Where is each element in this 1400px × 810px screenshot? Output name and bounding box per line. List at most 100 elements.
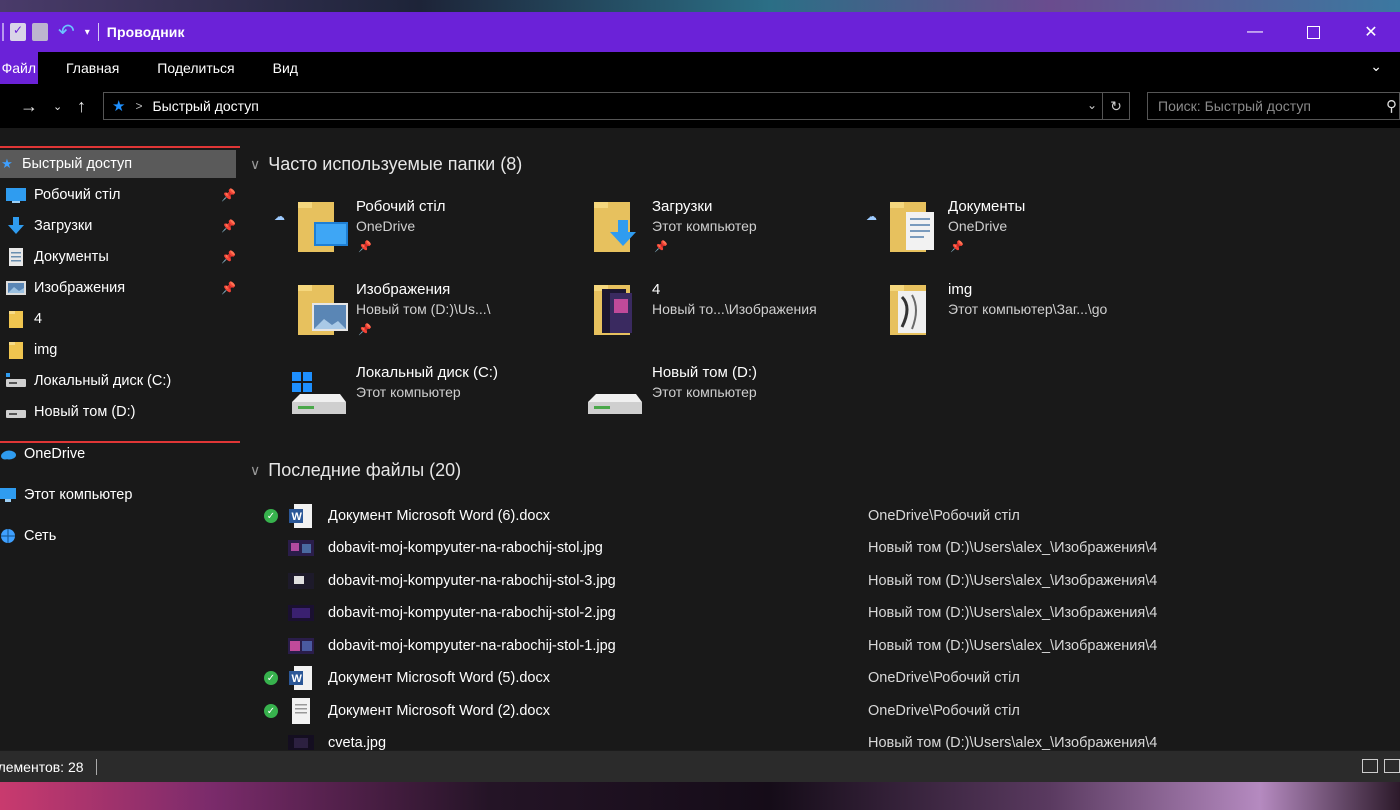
tab-file[interactable]: Файл [0,52,38,84]
documents-folder-icon [890,202,934,252]
status-placeholder [264,541,278,555]
properties-icon[interactable] [10,23,26,41]
sidebar-item-this-pc[interactable]: Этот компьютер [0,481,132,509]
pin-icon[interactable]: 📌 [221,250,236,264]
file-name: dobavit-moj-kompyuter-na-rabochij-stol-3… [328,573,616,589]
folder-tile-img[interactable]: img Этот компьютер\Заг...\go [888,281,1184,361]
sidebar-item-documents[interactable]: Документы 📌 [0,243,236,271]
sidebar-item-quick-access[interactable]: ★ Быстрый доступ [0,150,236,178]
recent-locations-button[interactable]: ⌄ [53,100,62,113]
sidebar-item-label: img [34,342,58,358]
quick-access-toolbar: ↶ ▾ [0,12,99,52]
search-icon[interactable]: ⚲ [1386,97,1397,115]
sidebar-item-label: OneDrive [24,446,86,462]
forward-button[interactable]: → [20,96,38,117]
folder-tile-4[interactable]: 4 Новый то...\Изображения [592,281,888,361]
file-location: Новый том (D:)\Users\alex_\Изображения\4 [868,605,1158,621]
star-icon: ★ [1,156,13,171]
sidebar-item-pictures[interactable]: Изображения 📌 [0,274,236,302]
tile-location: OneDrive [948,218,1008,234]
sidebar-item-drive-d[interactable]: Новый том (D:) [0,398,136,426]
image-file-icon [288,540,314,556]
computer-icon [0,486,16,504]
search-input[interactable]: Поиск: Быстрый доступ ⚲ [1147,92,1400,120]
recent-files-header[interactable]: ∨ Последние файлы (20) [250,460,461,481]
folder-thumbnail-icon [890,285,926,335]
folder-tile-documents[interactable]: ☁ Документы OneDrive 📌 [866,198,1184,278]
large-icons-view-icon[interactable] [1384,759,1400,773]
pin-icon[interactable]: 📌 [221,281,236,295]
synced-icon: ✓ [264,704,278,718]
folder-tile-downloads[interactable]: Загрузки Этот компьютер 📌 [592,198,888,278]
explorer-window: ↶ ▾ Проводник — ✕ Файл Главная Поделитьс… [0,12,1400,783]
recent-file-row[interactable]: dobavit-moj-kompyuter-na-rabochij-stol-1… [264,630,1384,662]
status-placeholder [264,574,278,588]
file-name: dobavit-moj-kompyuter-na-rabochij-stol-1… [328,638,616,654]
recent-file-row[interactable]: ✓ W Документ Microsoft Word (6).docx One… [264,500,1384,532]
new-folder-icon[interactable] [32,23,48,41]
image-file-icon [288,573,314,589]
svg-text:W: W [292,673,303,685]
toolbar-divider [2,23,4,41]
drive-icon [6,403,26,421]
status-divider [95,759,97,775]
sidebar-item-onedrive[interactable]: OneDrive [0,440,85,468]
sidebar-item-label: Локальный диск (C:) [34,373,172,389]
sidebar-item-desktop[interactable]: Робочий стіл 📌 [0,181,236,209]
tab-home[interactable]: Главная [56,60,129,76]
pin-icon: 📌 [654,241,668,253]
sidebar-item-label: Новый том (D:) [34,404,136,420]
recent-file-row[interactable]: dobavit-moj-kompyuter-na-rabochij-stol.j… [264,532,1384,564]
sidebar-item-drive-c[interactable]: Локальный диск (C:) [0,367,171,395]
drive-tile-d[interactable]: Новый том (D:) Этот компьютер [586,364,882,444]
refresh-button[interactable]: ↻ [1102,93,1129,119]
minimize-button[interactable]: — [1226,12,1284,52]
tab-file-label: Файл [1,60,36,76]
tile-location: Этот компьютер [652,218,757,234]
status-bar: Элементов: 28 [0,750,1400,783]
window-title: Проводник [106,24,185,40]
tile-name: Загрузки [652,198,713,215]
details-view-icon[interactable] [1362,759,1378,773]
recent-file-row[interactable]: dobavit-moj-kompyuter-na-rabochij-stol-2… [264,597,1384,629]
tab-share[interactable]: Поделиться [147,60,244,76]
address-bar[interactable]: ★ > Быстрый доступ ⌄ ↻ [103,92,1130,120]
sidebar-item-label: 4 [34,311,43,327]
pin-icon[interactable]: 📌 [221,188,236,202]
recent-file-row[interactable]: dobavit-moj-kompyuter-na-rabochij-stol-3… [264,565,1384,597]
ribbon-tabs: Файл Главная Поделиться Вид ⌄ [0,52,1400,84]
address-history-icon[interactable]: ⌄ [1087,98,1097,112]
undo-icon[interactable]: ↶ [58,22,75,42]
recent-file-row[interactable]: ✓ Документ Microsoft Word (2).docx OneDr… [264,695,1384,727]
sidebar-item-folder-4[interactable]: 4 [0,305,42,333]
folder-tile-desktop[interactable]: ☁ Робочий стіл OneDrive 📌 [274,198,592,278]
sidebar-item-label: Робочий стіл [34,187,121,203]
ribbon-expand-button[interactable]: ⌄ [1370,58,1382,75]
file-name: Документ Microsoft Word (6).docx [328,508,550,524]
status-placeholder [264,639,278,653]
drive-tile-c[interactable]: Локальный диск (C:) Этот компьютер [290,364,586,444]
close-button[interactable]: ✕ [1342,12,1400,52]
maximize-button[interactable] [1284,12,1342,52]
network-icon [0,527,16,545]
sidebar-item-downloads[interactable]: Загрузки 📌 [0,212,236,240]
breadcrumb-quick-access[interactable]: Быстрый доступ [152,98,258,114]
pin-icon[interactable]: 📌 [221,219,236,233]
frequent-folders-header[interactable]: ∨ Часто используемые папки (8) [250,154,522,175]
recent-file-row[interactable]: ✓ W Документ Microsoft Word (5).docx One… [264,662,1384,694]
sidebar-item-folder-img[interactable]: img [0,336,57,364]
sidebar-item-network[interactable]: Сеть [0,522,56,550]
folder-tile-pictures[interactable]: Изображения Новый том (D:)\Us...\ 📌 [296,281,592,361]
file-location: OneDrive\Робочий стіл [868,508,1020,524]
tile-name: Робочий стіл [356,198,446,215]
file-location: OneDrive\Робочий стіл [868,703,1020,719]
chevron-down-icon: ∨ [250,462,261,478]
image-file-icon [288,605,314,621]
group-title: Часто используемые папки (8) [268,154,523,174]
file-location: Новый том (D:)\Users\alex_\Изображения\4 [868,540,1158,556]
downloads-icon [6,217,26,235]
customize-toolbar-icon[interactable]: ▾ [85,27,90,38]
tab-view[interactable]: Вид [263,60,308,76]
desktop-wallpaper-top [0,0,1400,12]
up-button[interactable]: ↑ [77,96,86,117]
